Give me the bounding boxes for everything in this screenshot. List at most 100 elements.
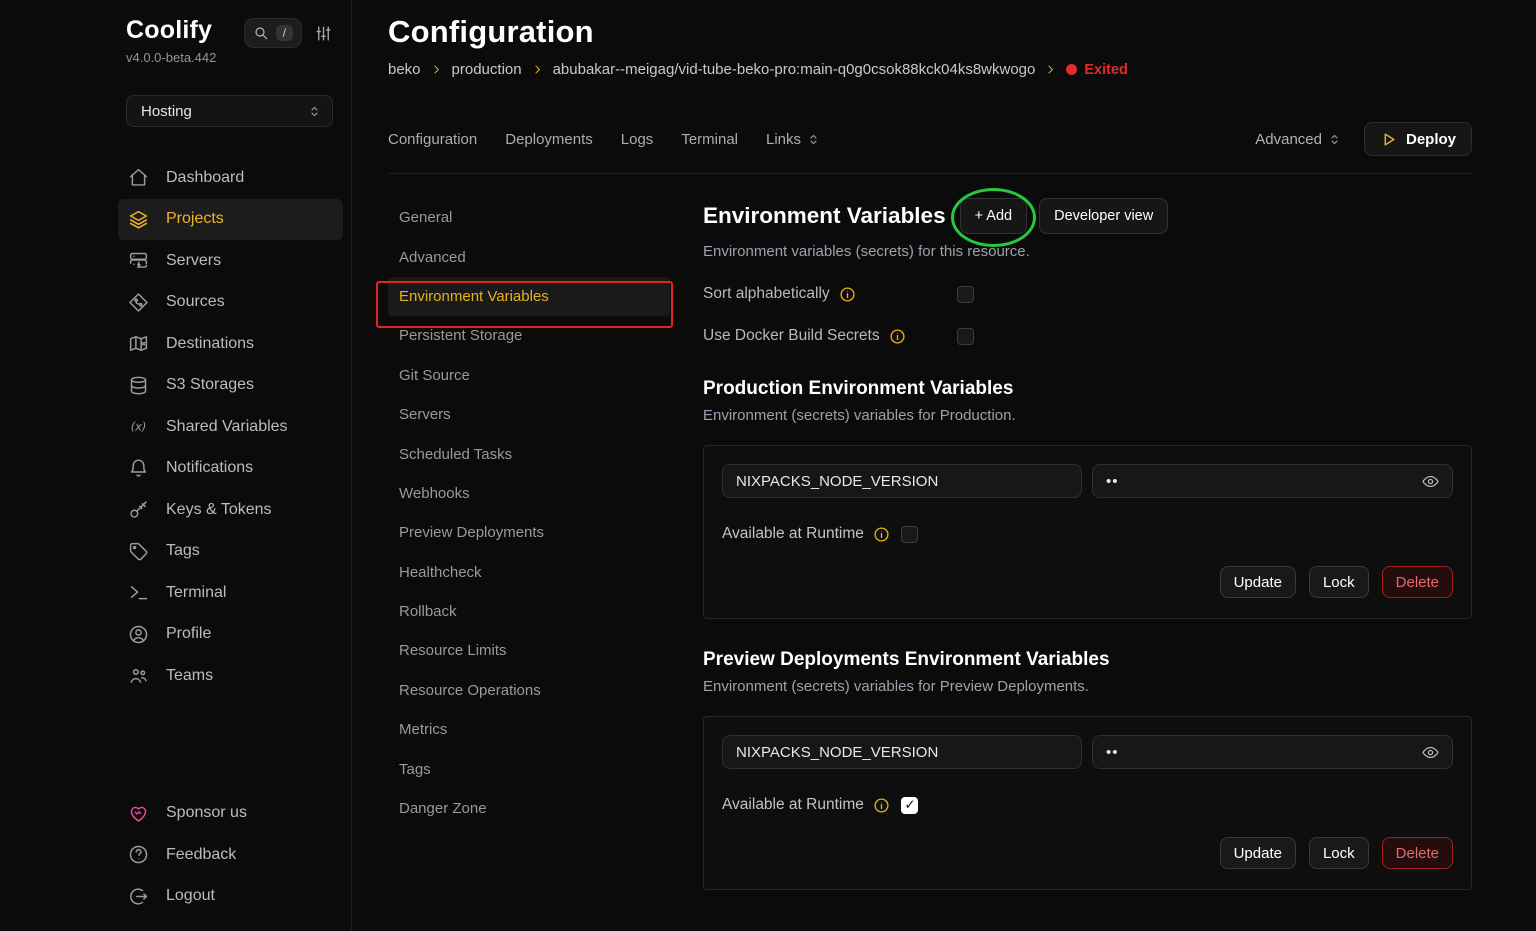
subnav-general[interactable]: General <box>388 198 670 237</box>
info-icon[interactable] <box>873 797 890 814</box>
subnav-git-source[interactable]: Git Source <box>388 356 670 395</box>
advanced-label: Advanced <box>1255 131 1322 148</box>
panel-subtitle: Environment variables (secrets) for this… <box>703 243 1472 260</box>
main-content: Configuration beko production abubakar--… <box>352 0 1536 931</box>
subnav-advanced[interactable]: Advanced <box>388 237 670 276</box>
sidebar-item-keys-tokens[interactable]: Keys & Tokens <box>118 489 343 531</box>
sidebar-item-teams[interactable]: Teams <box>118 655 343 697</box>
sidebar-item-terminal[interactable]: Terminal <box>118 572 343 614</box>
deploy-button[interactable]: Deploy <box>1364 122 1472 156</box>
sidebar-item-sources[interactable]: Sources <box>118 282 343 324</box>
subnav-tags[interactable]: Tags <box>388 749 670 788</box>
eye-icon[interactable] <box>1421 472 1440 491</box>
env-value-input[interactable] <box>1092 735 1453 769</box>
sidebar-nav: Dashboard Projects Servers Sources Desti… <box>118 157 343 697</box>
chevron-up-down-icon <box>806 132 821 147</box>
tab-deployments[interactable]: Deployments <box>505 131 593 148</box>
env-key-input[interactable] <box>722 735 1082 769</box>
help-circle-icon <box>128 844 149 865</box>
team-select-value: Hosting <box>141 103 192 120</box>
chevron-right-icon <box>430 63 443 76</box>
breadcrumb-resource[interactable]: abubakar--meigag/vid-tube-beko-pro:main-… <box>553 61 1036 78</box>
bell-icon <box>128 458 149 479</box>
profile-icon <box>128 624 149 645</box>
docker-build-secrets-checkbox[interactable] <box>957 328 974 345</box>
sort-alphabetically-checkbox[interactable] <box>957 286 974 303</box>
sliders-icon <box>314 24 333 43</box>
delete-button[interactable]: Delete <box>1382 837 1453 869</box>
subnav-danger-zone[interactable]: Danger Zone <box>388 789 670 828</box>
subnav-environment-variables[interactable]: Environment Variables <box>388 277 670 316</box>
sidebar-item-label: Projects <box>166 210 224 228</box>
subnav-servers[interactable]: Servers <box>388 395 670 434</box>
subnav-preview-deployments[interactable]: Preview Deployments <box>388 513 670 552</box>
tab-configuration[interactable]: Configuration <box>388 131 477 148</box>
env-value-input[interactable] <box>1092 464 1453 498</box>
tabs-row: Configuration Deployments Logs Terminal … <box>388 122 1472 156</box>
sort-alphabetically-label: Sort alphabetically <box>703 285 830 303</box>
heart-icon <box>128 803 149 824</box>
breadcrumb-environment[interactable]: production <box>452 61 522 78</box>
sidebar-item-sponsor[interactable]: Sponsor us <box>118 793 343 835</box>
sidebar-item-shared-variables[interactable]: (x) Shared Variables <box>118 406 343 448</box>
available-at-runtime-checkbox[interactable] <box>901 526 918 543</box>
sidebar-item-label: Destinations <box>166 335 254 353</box>
sidebar-item-s3-storages[interactable]: S3 Storages <box>118 365 343 407</box>
projects-stack-icon <box>128 209 149 230</box>
subnav-healthcheck[interactable]: Healthcheck <box>388 553 670 592</box>
breadcrumb: beko production abubakar--meigag/vid-tub… <box>388 61 1472 78</box>
team-select[interactable]: Hosting <box>126 95 333 127</box>
subnav-scheduled-tasks[interactable]: Scheduled Tasks <box>388 434 670 473</box>
sidebar-item-projects[interactable]: Projects <box>118 199 343 241</box>
tab-terminal[interactable]: Terminal <box>681 131 738 148</box>
info-icon[interactable] <box>873 526 890 543</box>
terminal-icon <box>128 582 149 603</box>
lock-button[interactable]: Lock <box>1309 566 1369 598</box>
env-key-input[interactable] <box>722 464 1082 498</box>
subnav-resource-limits[interactable]: Resource Limits <box>388 631 670 670</box>
subnav-resource-operations[interactable]: Resource Operations <box>388 671 670 710</box>
add-variable-button[interactable]: + Add <box>960 198 1028 234</box>
home-icon <box>128 167 149 188</box>
info-icon[interactable] <box>839 286 856 303</box>
update-button[interactable]: Update <box>1220 837 1296 869</box>
search-button[interactable]: / <box>244 18 302 48</box>
svg-text:(x): (x) <box>131 420 147 434</box>
available-at-runtime-checkbox[interactable] <box>901 797 918 814</box>
info-icon[interactable] <box>889 328 906 345</box>
sidebar-item-notifications[interactable]: Notifications <box>118 448 343 490</box>
tab-links[interactable]: Links <box>766 131 821 148</box>
advanced-dropdown[interactable]: Advanced <box>1255 131 1342 148</box>
breadcrumb-team[interactable]: beko <box>388 61 421 78</box>
map-icon <box>128 333 149 354</box>
docker-build-secrets-label: Use Docker Build Secrets <box>703 327 880 345</box>
sidebar-item-tags[interactable]: Tags <box>118 531 343 573</box>
sidebar-item-dashboard[interactable]: Dashboard <box>118 157 343 199</box>
update-button[interactable]: Update <box>1220 566 1296 598</box>
tab-logs[interactable]: Logs <box>621 131 654 148</box>
sidebar-item-servers[interactable]: Servers <box>118 240 343 282</box>
sidebar-item-profile[interactable]: Profile <box>118 614 343 656</box>
subnav-metrics[interactable]: Metrics <box>388 710 670 749</box>
environment-variables-panel: Environment Variables + Add Developer vi… <box>703 198 1472 890</box>
subnav-rollback[interactable]: Rollback <box>388 592 670 631</box>
lock-button[interactable]: Lock <box>1309 837 1369 869</box>
sidebar-item-destinations[interactable]: Destinations <box>118 323 343 365</box>
app-logo[interactable]: Coolify <box>126 16 216 45</box>
env-var-card-preview: Available at Runtime Update Lock Delete <box>703 716 1472 890</box>
sidebar-item-label: Profile <box>166 625 211 643</box>
delete-button[interactable]: Delete <box>1382 566 1453 598</box>
subnav-webhooks[interactable]: Webhooks <box>388 474 670 513</box>
developer-view-button[interactable]: Developer view <box>1039 198 1168 234</box>
sidebar-item-label: Tags <box>166 542 200 560</box>
eye-icon[interactable] <box>1421 743 1440 762</box>
settings-sliders-button[interactable] <box>314 24 333 43</box>
sidebar-item-label: Servers <box>166 252 221 270</box>
production-section-heading: Production Environment Variables <box>703 378 1472 400</box>
chevron-up-down-icon <box>1327 132 1342 147</box>
status-badge: Exited <box>1066 62 1128 78</box>
sidebar-item-logout[interactable]: Logout <box>118 876 343 918</box>
app-version: v4.0.0-beta.442 <box>126 50 216 65</box>
subnav-persistent-storage[interactable]: Persistent Storage <box>388 316 670 355</box>
sidebar-item-feedback[interactable]: Feedback <box>118 834 343 876</box>
